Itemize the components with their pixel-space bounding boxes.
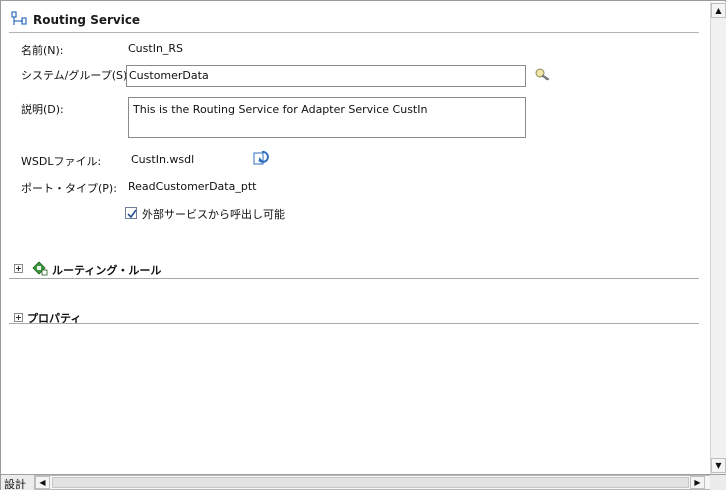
arrow-down-icon: ▼	[715, 460, 722, 470]
port-type-value: ReadCustomerData_ptt	[128, 180, 257, 193]
description-value: This is the Routing Service for Adapter …	[133, 103, 428, 116]
external-call-checkbox[interactable]	[125, 207, 137, 219]
header-divider	[9, 32, 699, 33]
name-label: 名前(N):	[21, 44, 64, 57]
horizontal-scroll-thumb[interactable]	[52, 477, 689, 488]
arrow-up-icon: ▲	[715, 5, 722, 15]
scroll-up-button[interactable]: ▲	[711, 3, 726, 18]
flashlight-icon[interactable]	[535, 67, 551, 81]
external-call-label[interactable]: 外部サービスから呼出し可能	[142, 206, 285, 222]
properties-expand-toggle[interactable]	[14, 313, 23, 322]
wsdl-file-value: CustIn.wsdl	[131, 153, 195, 166]
properties-divider	[9, 323, 699, 324]
scroll-right-button[interactable]: ▶	[690, 476, 705, 489]
description-label: 説明(D):	[21, 103, 64, 116]
scroll-down-button[interactable]: ▼	[711, 458, 726, 473]
page-title: Routing Service	[33, 13, 141, 27]
arrow-right-icon: ▶	[694, 477, 701, 487]
routing-service-icon	[11, 11, 29, 27]
port-type-label: ポート・タイプ(P):	[21, 182, 117, 195]
system-group-label: システム/グループ(S):	[21, 69, 131, 82]
routing-rules-title[interactable]: ルーティング・ルール	[52, 262, 161, 278]
scroll-corner	[710, 475, 726, 490]
wsdl-file-label: WSDLファイル:	[21, 155, 102, 168]
scroll-left-button[interactable]: ◀	[35, 476, 50, 489]
routing-rules-expand-toggle[interactable]	[14, 264, 23, 273]
refresh-wsdl-icon[interactable]	[253, 150, 271, 166]
arrow-left-icon: ◀	[39, 477, 46, 487]
routing-rules-icon	[31, 260, 48, 276]
tab-design[interactable]: 設計	[4, 476, 26, 490]
system-group-field[interactable]: CustomerData	[126, 65, 526, 87]
routing-service-editor: Routing Service 名前(N): CustIn_RS システム/グル…	[0, 0, 726, 490]
system-group-value: CustomerData	[129, 69, 209, 82]
routing-rules-divider	[9, 278, 699, 279]
description-field[interactable]: This is the Routing Service for Adapter …	[128, 97, 526, 138]
vertical-scrollbar[interactable]	[710, 2, 726, 474]
name-value: CustIn_RS	[128, 42, 184, 55]
